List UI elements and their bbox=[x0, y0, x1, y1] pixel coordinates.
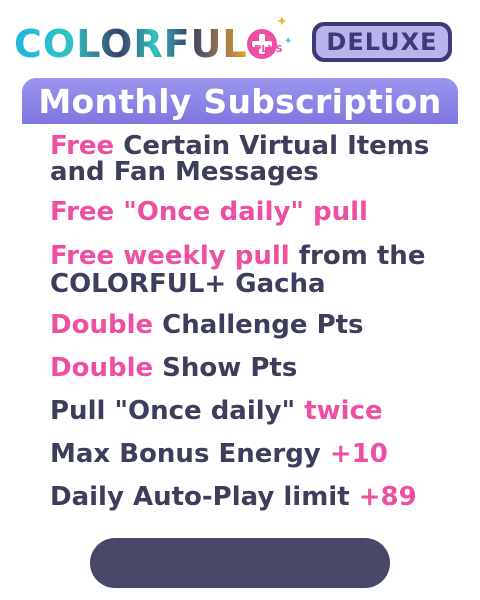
subscribe-button[interactable] bbox=[90, 538, 390, 588]
sparkle-icon: ✦ bbox=[284, 36, 293, 47]
benefit-item: Free weekly pull from the COLORFUL+ Gach… bbox=[50, 241, 426, 299]
benefit-item: Free "Once daily" pull bbox=[50, 197, 368, 227]
colorful-wordmark: COLORFUL bbox=[14, 22, 248, 66]
plus-label: PLUS bbox=[254, 44, 283, 55]
benefit-item: Free Certain Virtual Items and Fan Messa… bbox=[50, 131, 430, 187]
benefits-list: Free Certain Virtual Items and Fan Messa… bbox=[50, 133, 450, 511]
deluxe-badge: DELUXE bbox=[312, 22, 452, 62]
benefit-item: Double Challenge Pts bbox=[50, 310, 364, 340]
sparkle-icon: ✦ bbox=[276, 14, 288, 30]
deluxe-label: DELUXE bbox=[316, 26, 448, 58]
page-title: Monthly Subscription bbox=[38, 81, 442, 121]
benefit-item: Max Bonus Energy +10 bbox=[50, 439, 388, 469]
colorful-plus-logo: COLORFUL PLUS ✦ ✦ DELUXE bbox=[0, 0, 480, 80]
subscription-header: Monthly Subscription bbox=[22, 78, 458, 124]
benefit-item: Pull "Once daily" twice bbox=[50, 396, 383, 426]
benefit-item: Double Show Pts bbox=[50, 353, 298, 383]
benefit-item: Daily Auto-Play limit +89 bbox=[50, 482, 417, 512]
